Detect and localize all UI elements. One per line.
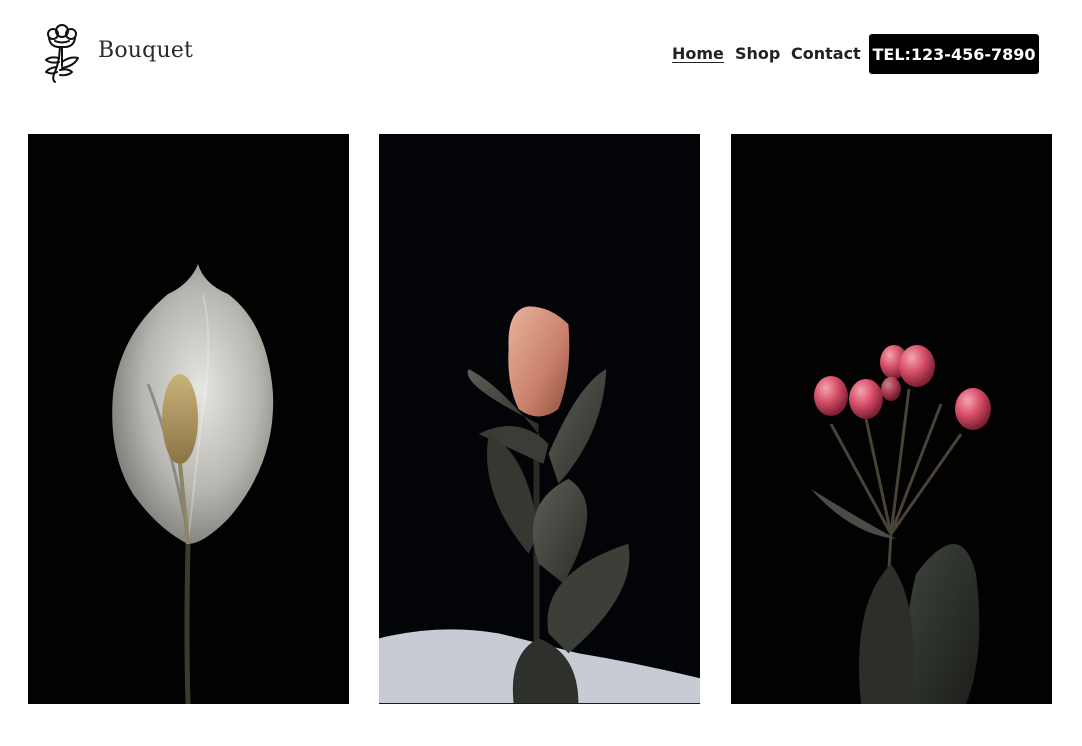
site-header: Bouquet Home Shop Contact TEL:123-456-78…	[0, 0, 1082, 110]
gallery-image-berries	[731, 134, 1052, 704]
flower-bouquet-icon[interactable]	[38, 22, 86, 86]
gallery-image-protea	[379, 134, 700, 704]
nav-home-link[interactable]: Home	[672, 44, 724, 63]
telephone-button[interactable]: TEL:123-456-7890	[869, 34, 1039, 74]
nav-shop-link[interactable]: Shop	[735, 44, 780, 63]
brand-name[interactable]: Bouquet	[98, 38, 193, 63]
nav-contact-link[interactable]: Contact	[791, 44, 861, 63]
gallery-image-peace-lily	[28, 134, 349, 704]
